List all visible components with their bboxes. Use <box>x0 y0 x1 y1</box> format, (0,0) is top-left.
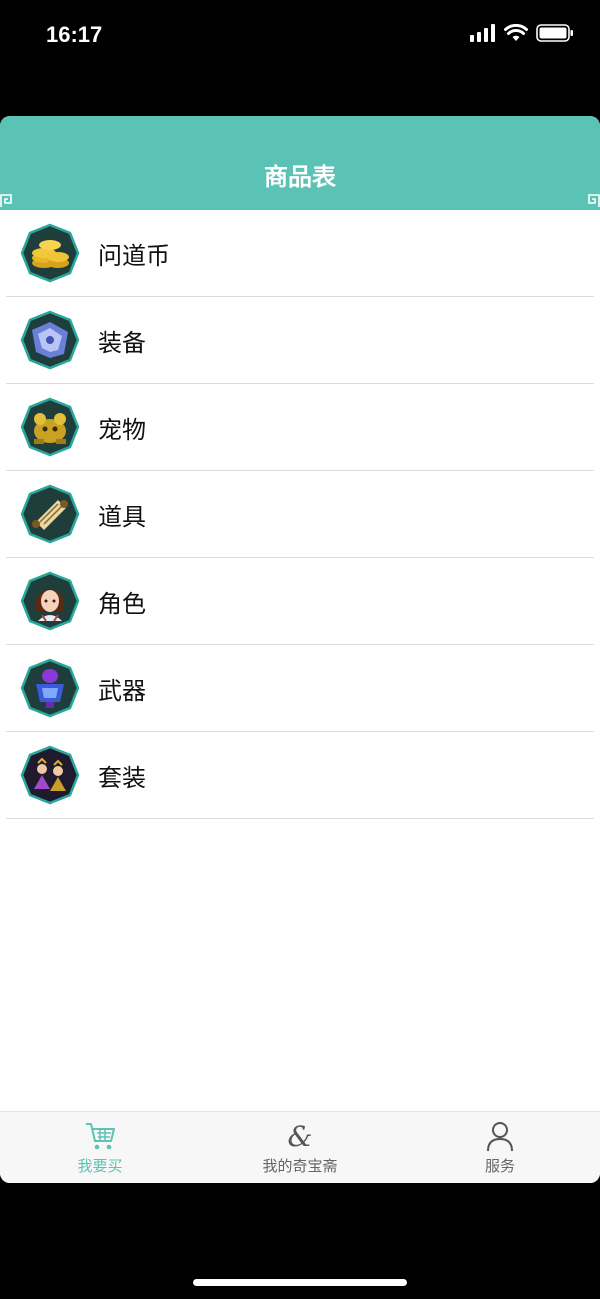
tab-label: 我要买 <box>77 1157 123 1175</box>
pet-icon <box>20 397 80 457</box>
costume-set-icon <box>20 745 80 805</box>
app-card: 商品表 问道币 装备 宠物 道具 角色 武器 套装 我要买 & 我的奇宝斋 服务 <box>0 116 600 1183</box>
corner-ornament-icon <box>588 194 600 207</box>
category-label: 问道币 <box>98 241 170 270</box>
status-time: 16:17 <box>46 22 103 47</box>
category-item[interactable]: 武器 <box>6 645 594 732</box>
category-label: 宠物 <box>98 415 146 444</box>
battery-icon <box>536 24 573 42</box>
category-label: 武器 <box>98 676 146 705</box>
page-title: 商品表 <box>264 163 336 191</box>
ampersand-icon: & <box>288 1120 313 1153</box>
category-item[interactable]: 装备 <box>6 297 594 384</box>
category-item[interactable]: 套装 <box>6 732 594 819</box>
weapon-icon <box>20 658 80 718</box>
person-icon <box>487 1122 513 1152</box>
corner-ornament-icon <box>0 194 12 207</box>
category-item[interactable]: 宠物 <box>6 384 594 471</box>
category-label: 角色 <box>98 589 146 618</box>
tab-my-treasure[interactable]: & 我的奇宝斋 <box>200 1119 400 1176</box>
category-item[interactable]: 道具 <box>6 471 594 558</box>
category-label: 道具 <box>98 502 146 531</box>
gold-coins-icon <box>20 223 80 283</box>
home-indicator[interactable] <box>193 1279 407 1286</box>
status-bar: 16:17 <box>0 0 600 72</box>
armor-icon <box>20 310 80 370</box>
cart-icon <box>86 1123 115 1150</box>
status-icons <box>470 24 574 42</box>
svg-text:&: & <box>288 1120 313 1153</box>
category-list: 问道币 装备 宠物 道具 角色 武器 套装 <box>0 210 600 819</box>
tab-label: 我的奇宝斋 <box>262 1157 338 1175</box>
tab-label: 服务 <box>484 1157 515 1175</box>
character-icon <box>20 571 80 631</box>
tab-service[interactable]: 服务 <box>400 1119 600 1176</box>
header-bar: 商品表 <box>0 116 600 210</box>
tab-bar: 我要买 & 我的奇宝斋 服务 <box>0 1111 600 1183</box>
category-label: 套装 <box>98 763 146 792</box>
wifi-icon <box>504 24 528 41</box>
cellular-signal-icon <box>470 24 495 42</box>
category-item[interactable]: 问道币 <box>6 210 594 297</box>
category-label: 装备 <box>98 328 146 357</box>
tab-buy[interactable]: 我要买 <box>0 1119 200 1176</box>
category-item[interactable]: 角色 <box>6 558 594 645</box>
scroll-icon <box>20 484 80 544</box>
phone-screen: 16:17 商品表 问道币 装备 宠物 道具 角色 武器 套装 我要买 & 我的… <box>0 0 600 1299</box>
